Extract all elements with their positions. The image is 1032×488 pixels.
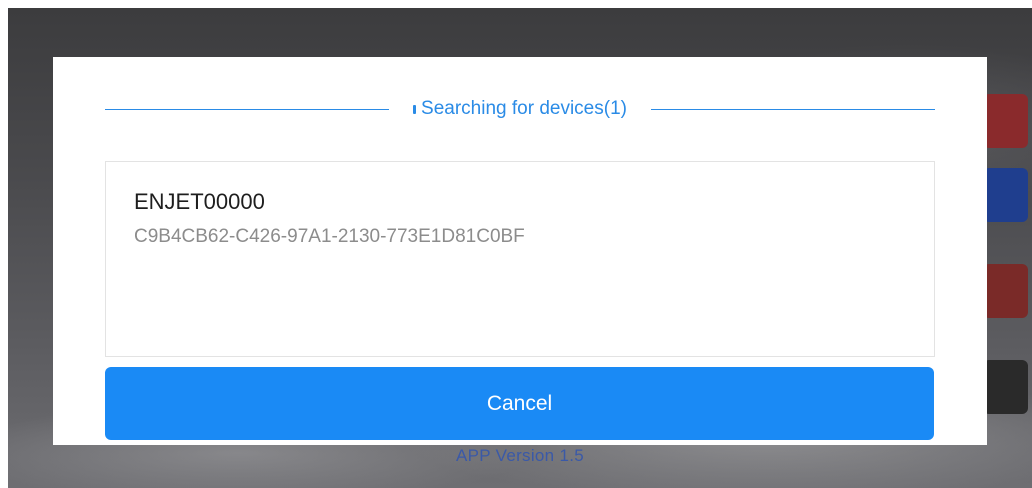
background-button-1: [983, 94, 1028, 148]
app-screen: APP Version 1.5 Searching for devices(1)…: [8, 8, 1032, 488]
device-list-item[interactable]: ENJET00000 C9B4CB62-C426-97A1-2130-773E1…: [106, 162, 934, 249]
device-uuid: C9B4CB62-C426-97A1-2130-773E1D81C0BF: [134, 226, 525, 247]
device-name: ENJET00000: [134, 189, 265, 214]
dialog-title-text: Searching for devices(1): [421, 98, 627, 119]
background-button-3: [983, 264, 1028, 318]
background-button-2: [983, 168, 1028, 222]
device-list: ENJET00000 C9B4CB62-C426-97A1-2130-773E1…: [105, 161, 935, 357]
cancel-button[interactable]: Cancel: [105, 367, 934, 440]
dialog-title-row: Searching for devices(1): [105, 91, 935, 127]
loading-spinner-icon: [413, 104, 417, 114]
title-divider-right: [650, 108, 935, 110]
background-button-4: [983, 360, 1028, 414]
device-search-dialog: Searching for devices(1) ENJET00000 C9B4…: [53, 57, 987, 445]
title-divider-left: [105, 108, 390, 110]
app-version-label: APP Version 1.5: [456, 446, 584, 465]
dialog-title: Searching for devices(1): [389, 98, 651, 120]
